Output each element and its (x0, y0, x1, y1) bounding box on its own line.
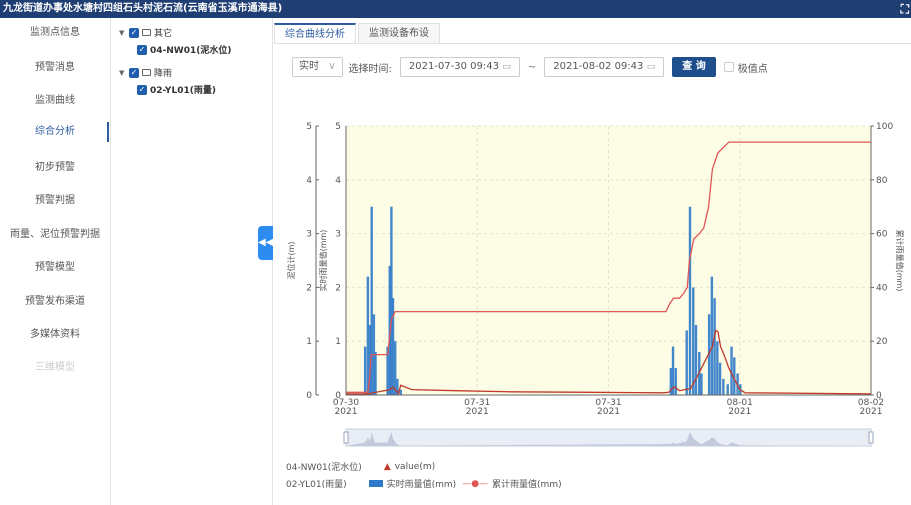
device-tree: ▼ ✓ 其它 ✓ 04-NW01(泥水位) ▼ ✓ 降雨 ✓ 02-YL01(雨… (110, 18, 273, 505)
legend-series-label[interactable]: 累计雨量值(mm) (492, 477, 562, 490)
y-tick-label: 1 (335, 337, 341, 347)
rain-bar (726, 384, 729, 395)
rain-bar (722, 378, 725, 395)
tree-label: 降雨 (154, 69, 173, 79)
main-panel: 综合曲线分析 监测设备布设 实时 ∨ 选择时间: 2021-07-30 09:4… (274, 18, 911, 505)
sidebar-item-release-channel[interactable]: 预警发布渠道 (0, 292, 110, 312)
tree-node-nw01[interactable]: ✓ 04-NW01(泥水位) (137, 43, 231, 56)
y-tick-label: 4 (335, 176, 341, 186)
y-tick-label: 5 (335, 122, 341, 132)
checkbox-checked-icon[interactable]: ✓ (129, 27, 139, 38)
legend-station: 04-NW01(泥水位) (286, 463, 362, 473)
zoom-handle-right[interactable] (868, 431, 874, 444)
tree-node-yl01[interactable]: ✓ 02-YL01(雨量) (137, 83, 216, 96)
sidebar-item-multimedia[interactable]: 多媒体资料 (0, 325, 110, 345)
rain-bar (710, 276, 714, 395)
triangle-marker-icon: ▲ (383, 461, 391, 472)
rain-bar (718, 362, 722, 395)
rain-bar (394, 341, 397, 395)
combined-chart: 01234501234502040608010007-30202107-3120… (286, 122, 905, 447)
legend-station: 02-YL01(雨量) (286, 480, 347, 490)
sidebar-item-warning-criteria[interactable]: 预警判据 (0, 191, 110, 211)
y-tick-label: 2 (335, 283, 341, 293)
y-tick-label: 1 (306, 337, 312, 347)
rain-bar (391, 298, 395, 395)
tree-node-other[interactable]: ▼ ✓ 其它 (119, 26, 172, 39)
sidebar-item-warning-model[interactable]: 预警模型 (0, 258, 110, 278)
x-tick-year: 2021 (335, 407, 358, 417)
sidebar-item-initial-warning[interactable]: 初步预警 (0, 158, 110, 178)
sidebar-item-rain-criteria[interactable]: 雨量、泥位预警判据 (0, 225, 110, 245)
bar-swatch-icon (368, 480, 383, 487)
sidebar-item-monitor-info[interactable]: 监测点信息 (0, 23, 110, 43)
active-marker (107, 122, 109, 142)
x-tick-year: 2021 (466, 407, 489, 417)
checkbox-checked-icon[interactable]: ✓ (129, 67, 139, 78)
legend-series-label[interactable]: 实时雨量值(mm) (387, 477, 457, 490)
rain-bar (685, 330, 688, 395)
maximize-icon[interactable]: ⛶ (901, 0, 909, 18)
zoom-handle-left[interactable] (343, 431, 349, 444)
circle-marker-icon: —●— (462, 478, 489, 489)
checkbox-checked-icon[interactable]: ✓ (137, 84, 147, 95)
legend-series-label[interactable]: value(m) (395, 462, 435, 472)
zoom-slider (345, 428, 872, 447)
tree-label: 02-YL01(雨量) (150, 86, 216, 96)
double-chevron-left-icon: ◀◀ (258, 237, 274, 248)
tree-label: 04-NW01(泥水位) (150, 46, 232, 56)
caret-down-icon[interactable]: ▼ (119, 69, 129, 77)
y-axis-title: 泥位计(m) (286, 241, 296, 279)
caret-down-icon[interactable]: ▼ (119, 29, 129, 37)
rain-bar (366, 276, 370, 395)
y2-tick-label: 60 (876, 230, 888, 240)
y-tick-label: 4 (306, 176, 312, 186)
page-title: 九龙街道办事处水塘村四组石头村泥石流(云南省玉溪市通海县) (3, 3, 283, 14)
sidebar-nav: 监测点信息 预警消息 监测曲线 综合分析 初步预警 预警判据 雨量、泥位预警判据… (0, 18, 110, 505)
title-bar: 九龙街道办事处水塘村四组石头村泥石流(云南省玉溪市通海县) ⛶ (0, 0, 911, 18)
rain-bar (716, 341, 719, 395)
x-tick-year: 2021 (728, 407, 751, 417)
y2-tick-label: 20 (876, 337, 888, 347)
sidebar-item-3d-model: 三维模型 (35, 362, 75, 373)
tree-label: 其它 (154, 29, 173, 39)
rain-bar (363, 346, 367, 395)
sidebar-item-monitor-curve[interactable]: 监测曲线 (0, 91, 110, 111)
y-tick-label: 3 (306, 230, 312, 240)
y2-tick-label: 40 (876, 283, 888, 293)
rain-bar (694, 325, 698, 395)
y-tick-label: 0 (306, 391, 312, 401)
y2-tick-label: 80 (876, 176, 888, 186)
rain-bar (692, 287, 695, 395)
rain-bar (674, 368, 677, 395)
rain-bar (713, 298, 716, 395)
y-tick-label: 3 (335, 230, 341, 240)
tree-node-rain[interactable]: ▼ ✓ 降雨 (119, 66, 172, 79)
checkbox-checked-icon[interactable]: ✓ (137, 44, 147, 55)
rain-bar (688, 206, 692, 395)
rain-bar (374, 351, 377, 395)
y-tick-label: 5 (306, 122, 312, 132)
y2-axis-title: 累计雨量值(mm) (895, 230, 905, 292)
y-tick-label: 2 (306, 283, 312, 293)
sidebar-item-warning-msg[interactable]: 预警消息 (0, 58, 110, 78)
collapse-panel-button[interactable]: ◀◀ (258, 226, 273, 260)
folder-icon (142, 29, 151, 36)
rain-bar (700, 373, 703, 395)
y2-tick-label: 100 (876, 122, 893, 132)
legend-row-nw01: 04-NW01(泥水位) ▲ value(m) (286, 460, 435, 474)
sidebar-item-analysis[interactable]: 综合分析 (0, 122, 110, 142)
legend-row-yl01: 02-YL01(雨量) 实时雨量值(mm) —●— 累计雨量值(mm) (286, 477, 562, 491)
x-tick-year: 2021 (860, 407, 883, 417)
y-axis-title: 实时雨量值(mm) (318, 230, 328, 292)
x-tick-year: 2021 (597, 407, 620, 417)
folder-icon (142, 69, 151, 76)
